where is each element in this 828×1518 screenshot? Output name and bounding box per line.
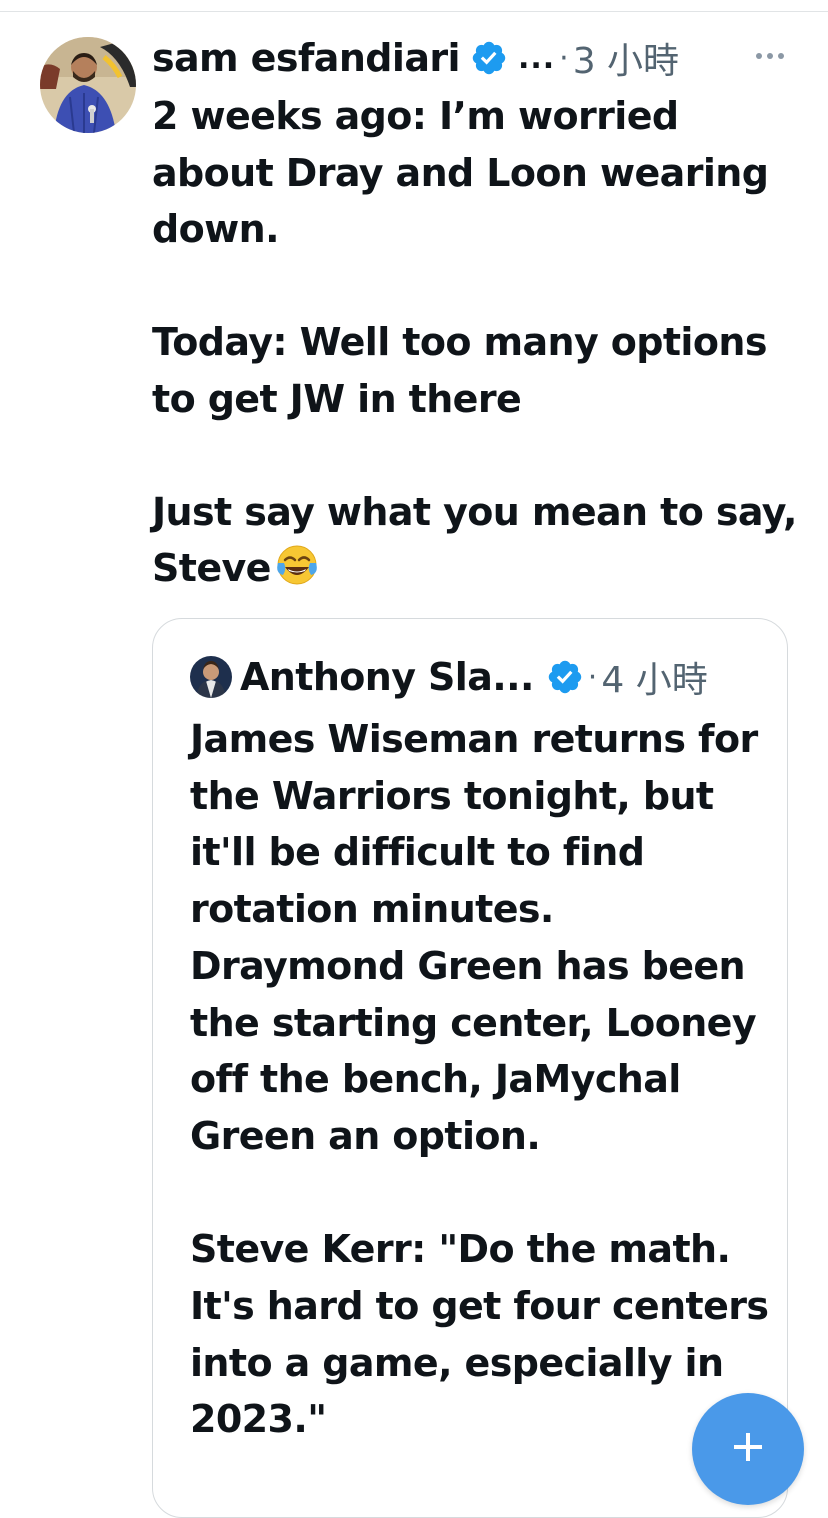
quoted-header-separator: · [587,659,598,695]
header-separator: · [559,40,569,76]
quoted-tweet-header: Anthony Sla... · 4 小時 [240,649,760,705]
plus-icon [734,1433,762,1461]
quoted-tweet-timestamp: 4 小時 [601,660,708,701]
top-divider [0,11,828,12]
ellipsis-icon[interactable] [754,48,786,64]
face-with-tears-of-joy-icon [277,545,317,585]
tweet-text: 2 weeks ago: I’m worried about Dray and … [152,88,802,597]
quoted-tweet-card[interactable]: Anthony Sla... · 4 小時 James Wiseman retu… [152,618,788,1518]
profile-photo-icon [40,37,136,133]
profile-photo-icon [190,656,232,698]
author-display-name[interactable]: sam esfandiari [152,36,461,80]
verified-badge-icon [472,41,506,75]
tweet-timestamp[interactable]: 3 小時 [573,32,679,84]
quoted-tweet-text: James Wiseman returns for the Warriors t… [190,717,769,1442]
tweet-text-content: 2 weeks ago: I’m worried about Dray and … [152,94,797,590]
quoted-author-display-name: Anthony Sla... [240,655,534,699]
verified-badge-icon [548,660,582,694]
author-handle[interactable]: ... [518,41,555,76]
quoted-author-avatar [190,656,232,698]
tweet-header: sam esfandiari ... · 3 小時 [152,30,792,86]
compose-tweet-button[interactable] [692,1393,804,1505]
author-avatar[interactable] [40,37,136,133]
